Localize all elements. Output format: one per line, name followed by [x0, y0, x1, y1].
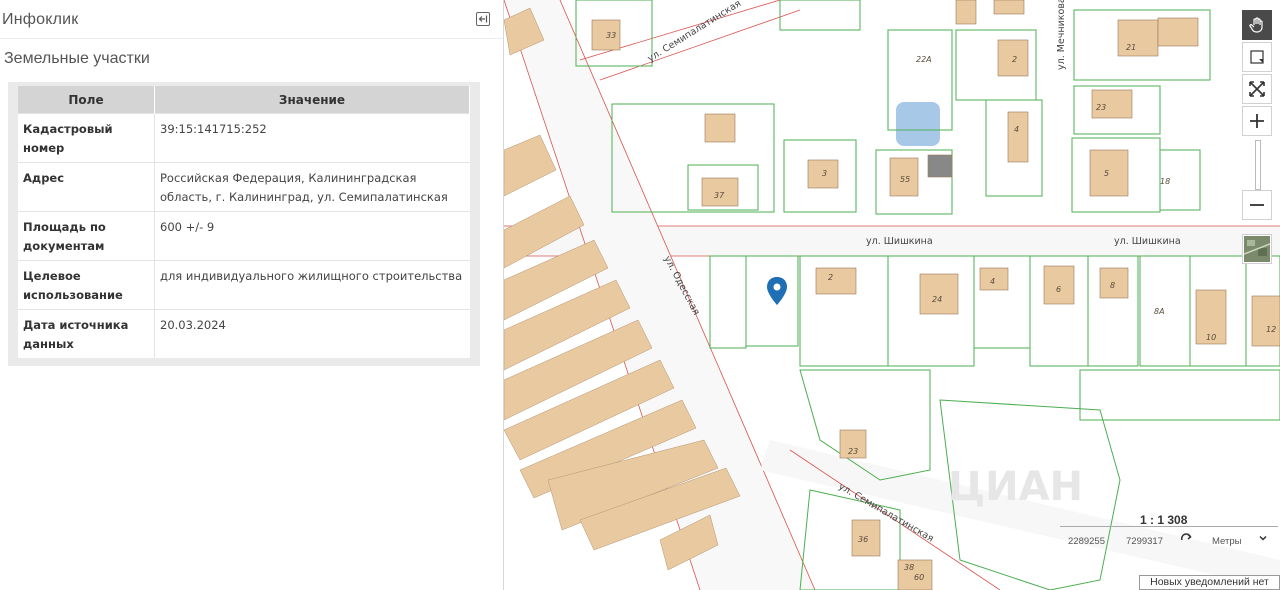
building-number: 5 — [1104, 169, 1109, 178]
units-dropdown-button[interactable] — [1258, 533, 1268, 546]
notification-bar[interactable]: Новых уведомлений нет — [1139, 575, 1280, 590]
zoom-in-button[interactable] — [1242, 106, 1272, 136]
building-number: 18 — [1160, 177, 1170, 186]
street-label: ул. Семипалатинская — [646, 0, 743, 65]
building-number: 4 — [1014, 125, 1019, 134]
table-row: Дата источника данных 20.03.2024 — [18, 309, 470, 358]
table-row: Целевое использование для индивидуальног… — [18, 260, 470, 310]
value-address: Российская Федерация, Калининградская об… — [154, 162, 470, 212]
coordinates-bar: 2289255 7299317 Метры — [1060, 526, 1278, 557]
table-row: Кадастровый номер 39:15:141715:252 — [18, 113, 470, 163]
street-label: ул. Мечникова — [1056, 0, 1067, 70]
building-number: 8А — [1154, 307, 1165, 316]
building-number: 12 — [1266, 325, 1276, 334]
building-number: 2 — [1012, 55, 1017, 64]
building-number: 4 — [990, 277, 995, 286]
value-source-date: 20.03.2024 — [154, 309, 470, 358]
pan-tool-button[interactable] — [1242, 10, 1272, 40]
building-number: 38 — [904, 563, 914, 572]
building-number: 10 — [1206, 333, 1216, 342]
panel-title: Инфоклик — [2, 11, 79, 28]
building-number: 23 — [1096, 103, 1106, 112]
value-cadastral-number: 39:15:141715:252 — [154, 113, 470, 163]
field-area: Площадь по документам — [18, 211, 155, 261]
building-number: 36 — [858, 535, 868, 544]
select-area-button[interactable] — [1242, 42, 1272, 72]
zoom-in-icon — [1250, 114, 1264, 128]
zoom-out-icon — [1250, 204, 1264, 206]
building-number: 3 — [822, 169, 827, 178]
field-source-date: Дата источника данных — [18, 309, 155, 358]
divider — [0, 38, 503, 39]
field-purpose: Целевое использование — [18, 260, 155, 310]
map-scale: 1 : 1 308 — [1140, 513, 1188, 527]
units-select[interactable]: Метры — [1212, 536, 1241, 547]
collapse-arrow-icon — [478, 15, 488, 23]
map-canvas[interactable]: ул. Семипалатинская ул. Мечникова ул. Ши… — [504, 0, 1280, 590]
refresh-coords-button[interactable] — [1180, 533, 1193, 549]
select-area-icon — [1250, 50, 1264, 64]
building-number: 33 — [606, 31, 616, 40]
building-number: 8 — [1110, 281, 1115, 290]
building-number: 23 — [848, 447, 858, 456]
infoclick-panel: Инфоклик Земельные участки Поле Значение… — [0, 0, 504, 590]
building-number: 24 — [932, 295, 942, 304]
layers-icon — [1244, 236, 1270, 262]
layers-button[interactable] — [1242, 234, 1272, 264]
coord-y: 7299317 — [1126, 536, 1163, 547]
section-title: Земельные участки — [4, 50, 150, 67]
table-row: Площадь по документам 600 +/- 9 — [18, 211, 470, 261]
value-area: 600 +/- 9 — [154, 211, 470, 261]
column-header-field: Поле — [18, 86, 155, 114]
field-address: Адрес — [18, 162, 155, 212]
parcel-info-table: Поле Значение Кадастровый номер 39:15:14… — [18, 86, 470, 358]
parcel-info-table-wrapper: Поле Значение Кадастровый номер 39:15:14… — [8, 82, 480, 366]
building-number: 22А — [916, 55, 932, 64]
watermark-logo: ЦИАН — [948, 464, 1083, 510]
street-label: ул. Шишкина — [1114, 236, 1181, 247]
building-number: 37 — [714, 191, 725, 200]
pan-hand-icon — [1249, 17, 1263, 33]
zoom-slider[interactable] — [1255, 140, 1261, 190]
fullscreen-button[interactable] — [1242, 74, 1272, 104]
collapse-panel-button[interactable] — [476, 12, 490, 26]
table-header-row: Поле Значение — [18, 86, 470, 114]
building-number: 2 — [828, 273, 833, 282]
building-number: 6 — [1056, 285, 1061, 294]
column-header-value: Значение — [154, 86, 470, 114]
building-number: 55 — [900, 175, 910, 184]
field-cadastral-number: Кадастровый номер — [18, 113, 155, 163]
value-purpose: для индивидуального жилищного строительс… — [154, 260, 470, 310]
cadastral-map[interactable]: ул. Семипалатинская ул. Мечникова ул. Ши… — [504, 0, 1280, 590]
table-row: Адрес Российская Федерация, Калининградс… — [18, 162, 470, 212]
fullscreen-icon — [1249, 81, 1265, 97]
street-label: ул. Шишкина — [866, 236, 933, 247]
building-number: 21 — [1126, 43, 1136, 52]
building-number: 60 — [914, 573, 924, 582]
refresh-icon — [1181, 533, 1192, 541]
coord-x: 2289255 — [1068, 536, 1105, 547]
zoom-out-button[interactable] — [1242, 190, 1272, 220]
chevron-down-icon — [1259, 535, 1267, 541]
location-marker-icon[interactable] — [767, 277, 787, 305]
